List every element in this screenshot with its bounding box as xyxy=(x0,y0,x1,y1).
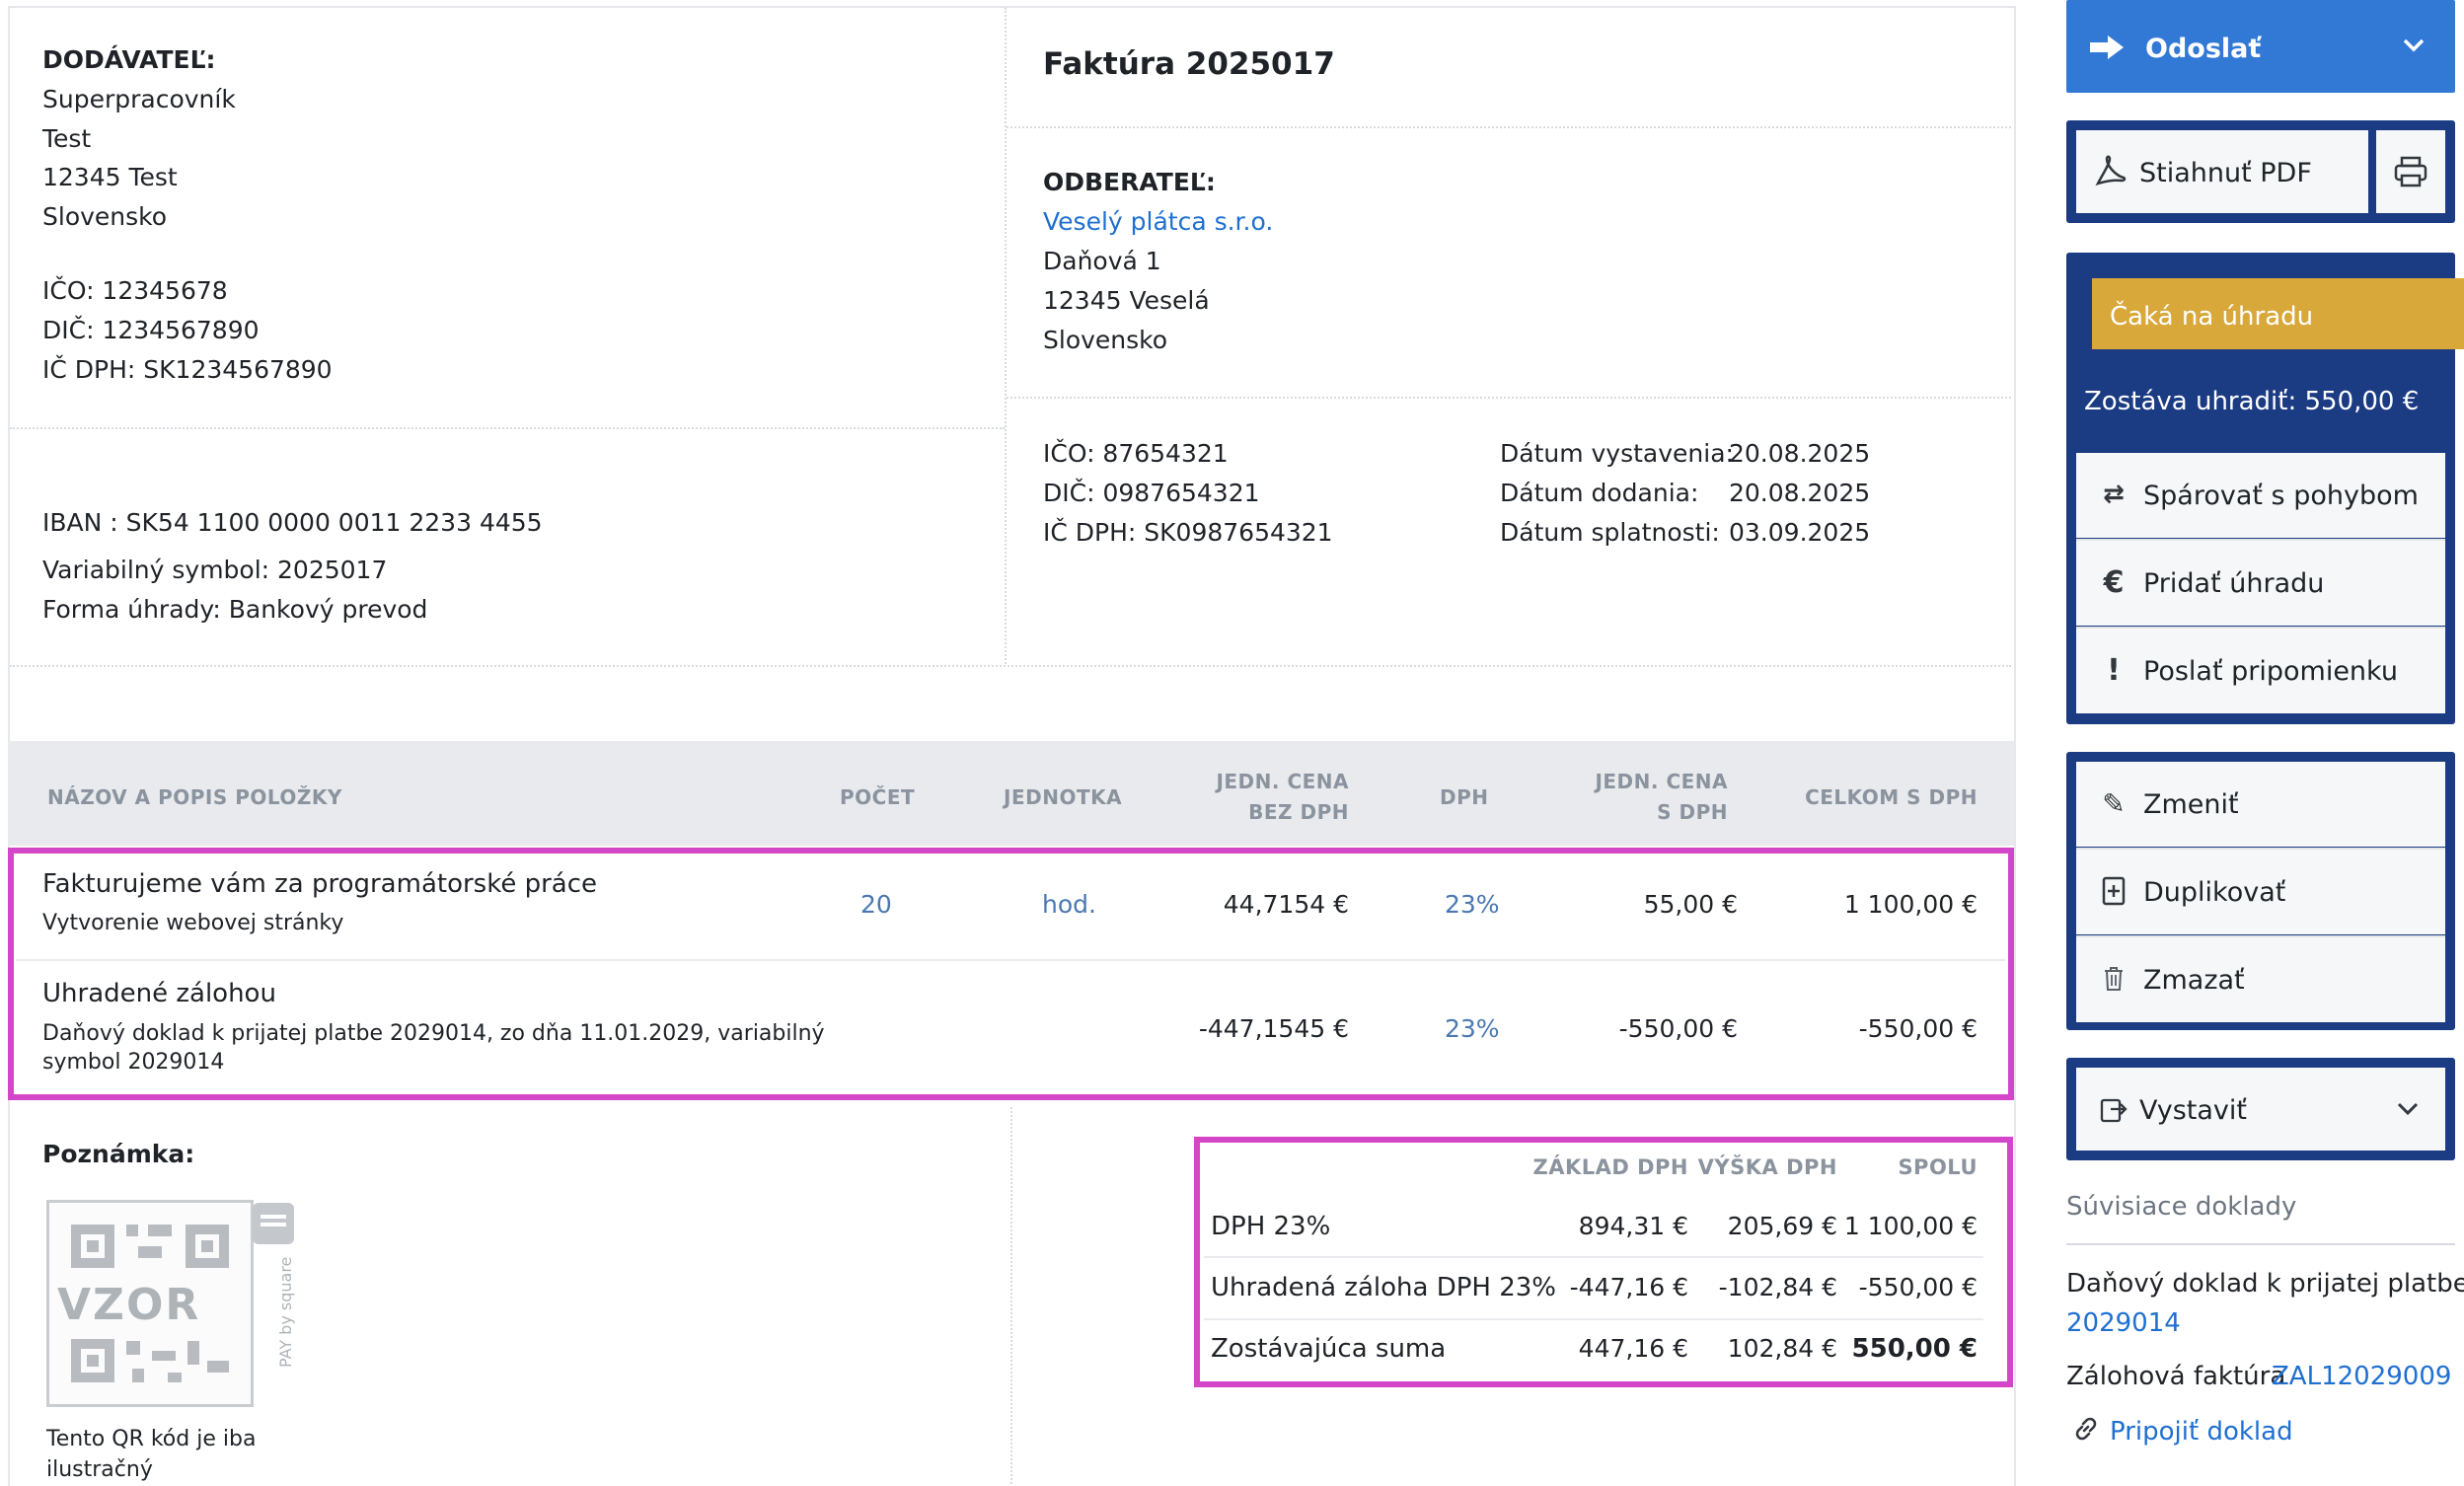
supplier-name: Superpracovník xyxy=(42,85,236,113)
qr-watermark: VZOR xyxy=(57,1280,201,1330)
qr-code: VZOR xyxy=(46,1200,254,1407)
delivery-label: Dátum dodania: xyxy=(1500,479,1699,507)
pencil-icon: ✎ xyxy=(2102,786,2126,820)
attach-document-button[interactable]: Pripojiť doklad xyxy=(2066,1407,2392,1450)
pay-by-square-text: PAY by square xyxy=(276,1256,295,1368)
edit-button[interactable]: ✎ Zmeniť xyxy=(2076,762,2445,847)
iban: IBAN : SK54 1100 0000 0011 2233 4455 xyxy=(42,508,543,537)
printer-icon xyxy=(2394,156,2427,187)
duplicate-icon xyxy=(2096,873,2131,909)
divider xyxy=(1010,1107,1012,1484)
header-unit: JEDNOTKA xyxy=(1004,785,1123,809)
divider xyxy=(1007,126,2011,128)
header-pricevat-a: JEDN. CENA xyxy=(1595,770,1728,793)
add-payment-label: Pridať úhradu xyxy=(2143,568,2325,599)
attach-document-label: Pripojiť doklad xyxy=(2110,1417,2293,1447)
edit-label: Zmeniť xyxy=(2143,789,2239,820)
supplier-label: DODÁVATEĽ: xyxy=(42,45,216,74)
note-label: Poznámka: xyxy=(42,1140,195,1168)
header-price-b: BEZ DPH xyxy=(1248,800,1349,824)
exclamation-icon: ! xyxy=(2107,652,2121,688)
reminder-label: Poslať pripomienku xyxy=(2143,656,2398,687)
header-name: NÁZOV A POPIS POLOŽKY xyxy=(47,785,342,809)
delete-label: Zmazať xyxy=(2143,965,2245,996)
supplier-line2: Test xyxy=(42,124,92,153)
send-button[interactable]: Odoslať xyxy=(2066,0,2455,93)
issue-dropdown-button[interactable]: Vystaviť xyxy=(2076,1068,2445,1151)
variable-symbol: Variabilný symbol: 2025017 xyxy=(42,556,388,584)
trash-icon xyxy=(2096,961,2131,997)
print-button[interactable] xyxy=(2376,130,2445,213)
status-label: Čaká na úhradu xyxy=(2110,302,2314,332)
supplier-icdph: IČ DPH: SK1234567890 xyxy=(42,355,333,384)
header-qty: POČET xyxy=(840,785,916,809)
customer-country: Slovensko xyxy=(1043,326,1168,354)
delete-button[interactable]: Zmazať xyxy=(2076,937,2445,1022)
pair-transaction-button[interactable]: ⇄ Spárovať s pohybom xyxy=(2076,453,2445,538)
invoice-title: Faktúra 2025017 xyxy=(1043,46,1335,82)
supplier-country: Slovensko xyxy=(42,202,168,231)
customer-icdph: IČ DPH: SK0987654321 xyxy=(1043,518,1333,547)
related-doc-text: Daňový doklad k prijatej platbe xyxy=(2066,1269,2464,1299)
transfer-arrows-icon: ⇄ xyxy=(2103,480,2125,509)
link-chain-icon xyxy=(2075,1417,2097,1441)
chevron-down-icon xyxy=(2403,38,2425,52)
header-vat: DPH xyxy=(1440,785,1489,809)
chevron-down-icon xyxy=(2397,1102,2419,1116)
divider xyxy=(10,427,1005,429)
summary-highlight xyxy=(1194,1137,2013,1387)
related-doc-text: Zálohová faktúra xyxy=(2066,1362,2286,1391)
related-separator xyxy=(2066,1243,2455,1245)
send-label: Odoslať xyxy=(2145,34,2262,64)
related-documents-title: Súvisiace doklady xyxy=(2066,1192,2297,1222)
customer-street: Daňová 1 xyxy=(1043,247,1161,275)
arrow-right-icon xyxy=(2090,36,2124,59)
pair-label: Spárovať s pohybom xyxy=(2143,481,2419,511)
pay-by-square-badge-icon xyxy=(253,1203,294,1244)
payment-form: Forma úhrady: Bankový prevod xyxy=(42,595,428,624)
download-pdf-button[interactable]: Stiahnuť PDF xyxy=(2076,130,2368,213)
divider xyxy=(1007,397,2011,399)
divider xyxy=(10,665,2011,667)
issued-date: 20.08.2025 xyxy=(1729,439,1871,468)
issue-label: Vystaviť xyxy=(2139,1095,2247,1126)
issued-label: Dátum vystavenia: xyxy=(1500,439,1734,468)
customer-label: ODBERATEĽ: xyxy=(1043,168,1216,196)
header-total: CELKOM S DPH xyxy=(1805,785,1978,809)
header-price-a: JEDN. CENA xyxy=(1216,770,1349,793)
status-badge: Čaká na úhradu xyxy=(2092,278,2464,349)
due-date: 03.09.2025 xyxy=(1729,518,1871,547)
supplier-city: 12345 Test xyxy=(42,163,178,191)
send-reminder-button[interactable]: ! Poslať pripomienku xyxy=(2076,629,2445,713)
pdf-icon xyxy=(2095,155,2127,186)
qr-caption: Tento QR kód je iba xyxy=(46,1427,257,1451)
download-pdf-label: Stiahnuť PDF xyxy=(2139,158,2312,188)
remaining-amount: Zostáva uhradiť: 550,00 € xyxy=(2084,387,2420,416)
customer-ico: IČO: 87654321 xyxy=(1043,439,1229,468)
header-pricevat-b: S DPH xyxy=(1657,800,1728,824)
related-doc-link[interactable]: ZAL12029009 xyxy=(2272,1362,2451,1391)
due-label: Dátum splatnosti: xyxy=(1500,518,1720,547)
customer-dic: DIČ: 0987654321 xyxy=(1043,479,1260,507)
duplicate-button[interactable]: Duplikovať xyxy=(2076,850,2445,934)
supplier-ico: IČO: 12345678 xyxy=(42,276,228,305)
customer-city: 12345 Veselá xyxy=(1043,286,1210,315)
supplier-dic: DIČ: 1234567890 xyxy=(42,316,260,344)
duplicate-label: Duplikovať xyxy=(2143,877,2286,908)
delivery-date: 20.08.2025 xyxy=(1729,479,1871,507)
customer-name-link[interactable]: Veselý plátca s.r.o. xyxy=(1043,209,1273,234)
related-doc-link[interactable]: 2029014 xyxy=(2066,1308,2181,1338)
add-payment-button[interactable]: € Pridať úhradu xyxy=(2076,541,2445,626)
euro-icon: € xyxy=(2103,564,2125,600)
items-highlight xyxy=(8,848,2014,1100)
export-icon xyxy=(2096,1091,2131,1127)
divider xyxy=(1005,8,1007,664)
qr-caption-cont: ilustračný xyxy=(46,1457,153,1482)
